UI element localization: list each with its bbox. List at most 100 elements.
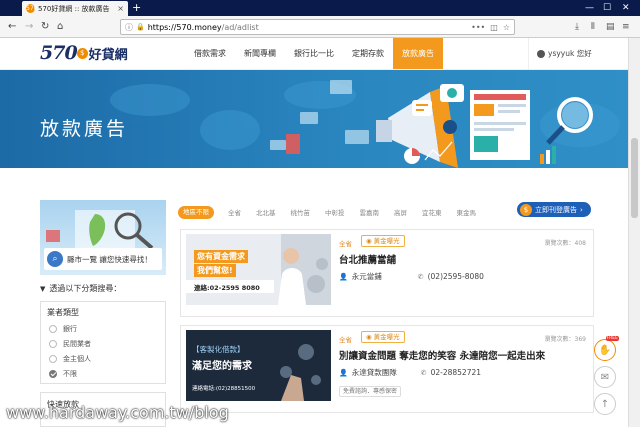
bookmark-star-icon[interactable]: ☆ [503,23,510,32]
back-to-top-fab[interactable]: ↑ [594,393,616,415]
browser-tab-bar: 570 570好貸網 :: 放款廣告 × + — ☐ ✕ [0,0,640,16]
page-banner: 放款廣告 [0,70,628,168]
radio-icon[interactable] [49,355,57,363]
site-logo[interactable]: 570 $ 好貸網 [40,42,128,64]
lock-icon: 🔒 [136,23,145,31]
nav-item-deposit[interactable]: 定期存款 [343,38,393,69]
mail-fab[interactable]: ✉ [594,366,616,388]
listing-phone: (02)2595-8080 [427,272,484,281]
minimize-icon[interactable]: — [585,1,594,15]
region-tab-yunjianan[interactable]: 雲嘉南 [360,207,380,217]
post-ad-button[interactable]: $ 立即刊登廣告 › [517,202,591,217]
medal-icon: ◉ [366,237,372,245]
scrollbar-thumb[interactable] [631,138,638,218]
page-actions-icon[interactable]: ••• [471,23,485,32]
thumb-headline-1: 您有資金需求 [194,250,248,263]
radio-icon[interactable] [49,325,57,333]
gold-exposure-badge: ◉ 黃金曝光 [361,235,405,247]
mail-icon: ✉ [600,371,610,383]
nav-item-loan-demand[interactable]: 借款需求 [185,38,235,69]
region-tab-all[interactable]: 全省 [228,207,241,217]
free-post-fab[interactable]: ✋ FREE [594,336,619,361]
chevron-right-icon: › [580,205,583,214]
page-scrollbar[interactable] [628,38,640,427]
tab-close-icon[interactable]: × [117,4,124,13]
close-window-icon[interactable]: ✕ [622,1,630,15]
coin-icon: $ [76,47,88,59]
url-text[interactable]: https://570.money/ad/adlist [148,23,466,32]
home-icon[interactable]: ⌂ [57,20,63,34]
filter-title: ▼ 透過以下分類搜尋： [40,284,122,293]
pocket-icon[interactable]: ◫ [490,23,498,32]
filter-option-bank[interactable]: 銀行 [49,324,77,334]
taiwan-map-illustration [46,210,154,250]
nav-item-bank-compare[interactable]: 銀行比一比 [285,38,343,69]
hand-coin-icon: ✋ [598,344,612,356]
region-tab-islands[interactable]: 東金馬 [457,207,477,217]
back-icon[interactable]: ← [8,20,16,34]
maximize-icon[interactable]: ☐ [603,1,611,15]
region-tab-taoyuan[interactable]: 桃竹苗 [291,207,311,217]
thumb-headline-1: 【客製化借款】 [192,345,245,354]
listing-views: 瀏覽次數：369 [544,336,586,343]
filter-option-private[interactable]: 民間業者 [49,339,91,349]
arrow-up-icon: ↑ [600,398,610,410]
listing-meta: 👤 永元當鋪 ✆ (02)2595-8080 [339,271,484,282]
person-icon: 👤 [339,272,348,281]
browser-tab[interactable]: 570 570好貸網 :: 放款廣告 × [22,1,128,16]
region-tabs: 地區不限 全省 北北基 桃竹苗 中彰投 雲嘉南 高屏 宜花東 東金馬 [178,205,491,219]
thumb-headline-2: 滿足您的需求 [192,361,252,372]
main-nav: 借款需求 新聞專欄 銀行比一比 定期存款 放款廣告 [185,38,443,69]
info-icon[interactable]: ⓘ [125,22,133,33]
region-tab-north[interactable]: 北北基 [256,207,276,217]
region-tab-east[interactable]: 宜花東 [422,207,442,217]
listing-card[interactable]: 您有資金需求 我們幫您! 連絡:02-2595 8080 全省 ◉ 黃金曝光 瀏覽… [180,229,594,317]
user-name: ysyyuk [548,49,575,58]
listing-thumbnail[interactable]: 【客製化借款】 滿足您的需求 連絡電話:(02)28851500 [186,330,331,401]
dollar-icon: $ [520,203,532,216]
site-header: 570 $ 好貸網 借款需求 新聞專欄 銀行比一比 定期存款 放款廣告 ysyy… [0,38,628,70]
favicon-icon: 570 [26,4,38,13]
listing-title[interactable]: 別讓資金問題 奪走您的笑容 永達陪您一起走出來 [339,348,545,362]
search-icon: ⌕ [47,251,63,267]
listing-card[interactable]: 【客製化借款】 滿足您的需求 連絡電話:(02)28851500 全省 ◉ 黃金曝… [180,325,594,413]
menu-icon[interactable]: ≡ [622,20,630,34]
user-menu[interactable]: ysyyuk 您好 [528,38,592,69]
library-icon[interactable]: ⫴ [591,20,595,34]
watermark-text: www.hardaway.com.tw/blog [6,403,229,422]
nav-item-loan-ads[interactable]: 放款廣告 [393,38,443,69]
region-tab-central[interactable]: 中彰投 [325,207,345,217]
city-search-bar[interactable]: ⌕ 縣市一覽 讓您快速尋找！ [44,248,162,270]
radio-checked-icon[interactable] [49,370,57,378]
listing-phone: 02-28852721 [430,368,482,377]
browser-toolbar: ← → ↻ ⌂ ⓘ 🔒 https://570.money/ad/adlist … [0,16,640,38]
region-tab-any[interactable]: 地區不限 [178,205,214,219]
listing-views: 瀏覽次數：408 [544,240,586,247]
radio-icon[interactable] [49,340,57,348]
address-bar[interactable]: ⓘ 🔒 https://570.money/ad/adlist ••• ◫ ☆ [120,19,515,35]
filter-group-title: 業者類型 [47,308,79,317]
phone-icon: ✆ [420,368,427,377]
reload-icon[interactable]: ↻ [41,20,49,34]
page-title: 放款廣告 [40,118,129,140]
medal-icon: ◉ [366,333,372,341]
free-badge: FREE [605,336,619,341]
listing-location: 全省 [339,336,352,344]
city-search-promo[interactable]: ⌕ 縣市一覽 讓您快速尋找！ [40,200,166,275]
thumb-phone: 連絡電話:(02)28851500 [192,386,256,392]
region-tab-gaoping[interactable]: 高屏 [394,207,407,217]
filter-option-individual[interactable]: 金主個人 [49,354,91,364]
filter-option-any[interactable]: 不限 [49,369,77,379]
listing-thumbnail[interactable]: 您有資金需求 我們幫您! 連絡:02-2595 8080 [186,234,331,305]
phone-icon: ✆ [417,272,424,281]
listing-title[interactable]: 台北推薦當舖 [339,252,396,266]
new-tab-icon[interactable]: + [132,1,141,15]
caret-down-icon: ▼ [40,285,46,293]
listing-location: 全省 [339,240,352,248]
download-icon[interactable]: ⤓ [575,20,579,34]
listing-meta: 👤 永達貸款團隊 ✆ 02-28852721 [339,367,481,378]
filter-provider-type: 業者類型 銀行 民間業者 金主個人 不限 [40,301,166,384]
forward-icon[interactable]: → [25,20,33,34]
sidebar-icon[interactable]: ▤ [606,20,615,34]
nav-item-news[interactable]: 新聞專欄 [235,38,285,69]
